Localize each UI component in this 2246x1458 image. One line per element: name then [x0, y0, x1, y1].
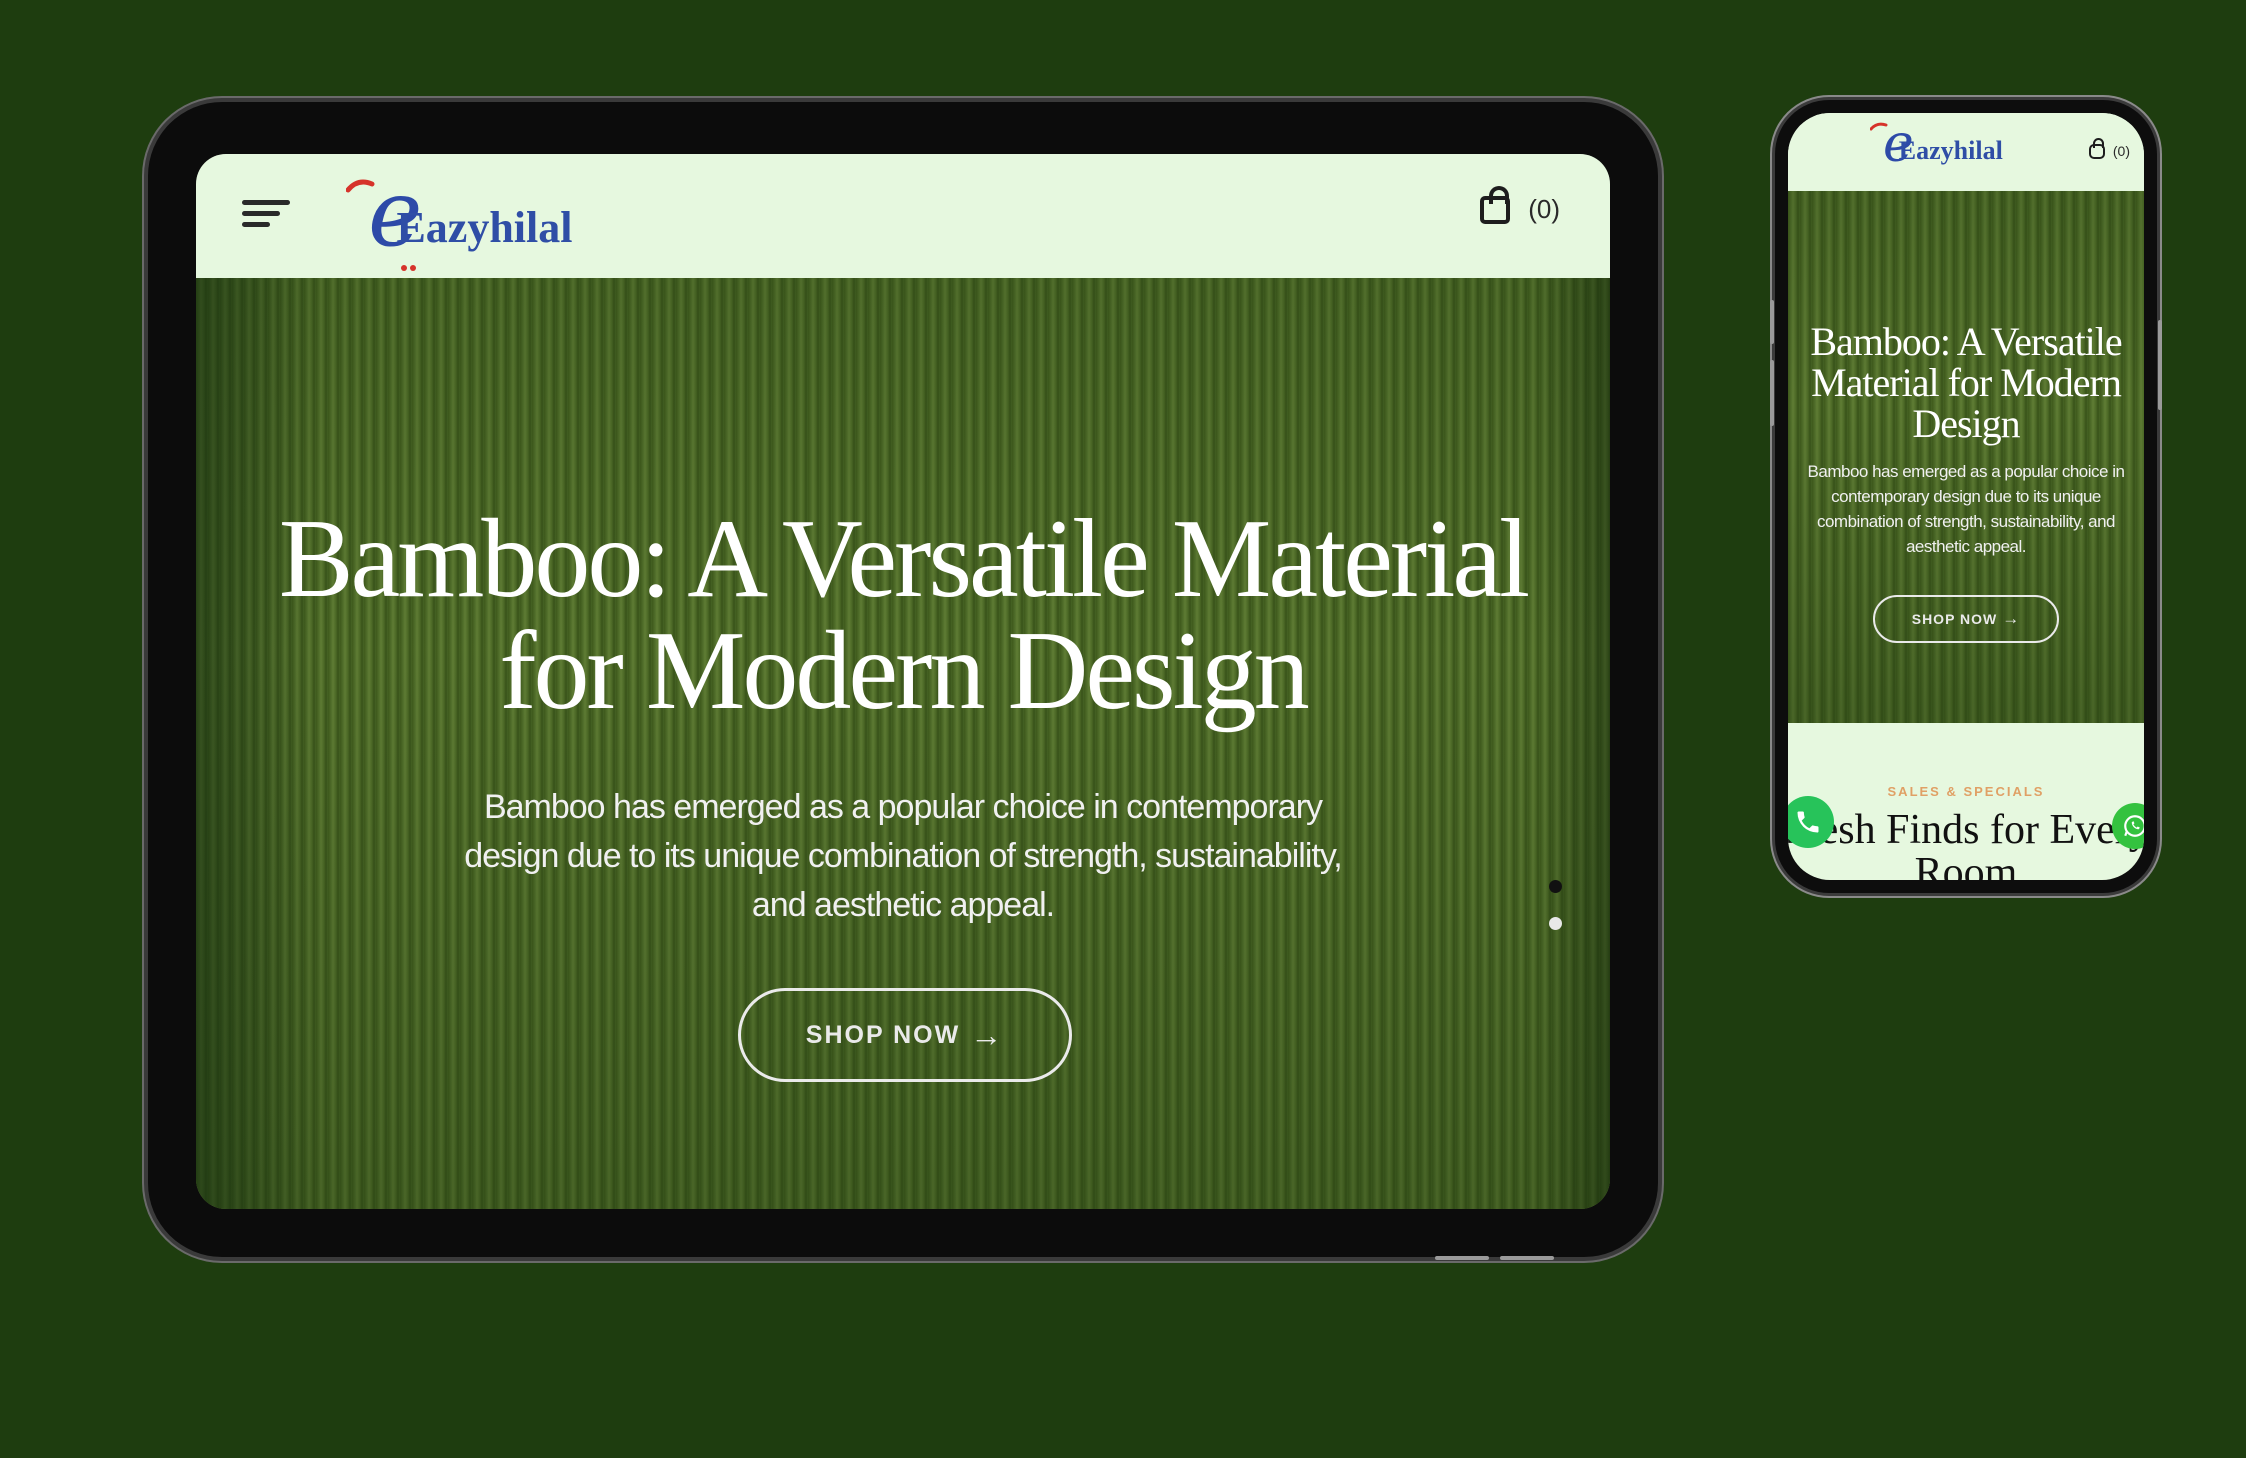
shop-now-button[interactable]: SHOP NOW → [738, 988, 1072, 1082]
phone-device-frame: e Eazyhilal (0) Bamboo: A Versatile Mate… [1775, 100, 2157, 893]
tablet-side-button [1500, 1256, 1554, 1260]
hero-shade-left [196, 278, 316, 1209]
slider-dots [1549, 880, 1562, 954]
mobile-hero-banner: Bamboo: A Versatile Material for Modern … [1788, 191, 2144, 723]
hero-subtitle: Bamboo has emerged as a popular choice i… [464, 788, 1343, 924]
mobile-cart-button[interactable]: (0) [2088, 137, 2130, 159]
shop-now-label: SHOP NOW [805, 1020, 961, 1049]
arrow-right-icon: → [2002, 609, 2021, 628]
mobile-shop-now-button[interactable]: SHOP NOW → [1873, 595, 2059, 643]
tablet-side-button [1435, 1256, 1489, 1260]
hero-banner: Bamboo: A Versatile Material for Modern … [196, 278, 1610, 1209]
phone-side-button [2158, 320, 2162, 410]
brand-logo[interactable]: e Eazyhilal [346, 168, 573, 271]
phone-side-button [1770, 300, 1774, 344]
hero-title: Bamboo: A Versatile Material for Modern … [278, 497, 1530, 733]
hamburger-icon[interactable] [242, 200, 290, 230]
mobile-site-header: e Eazyhilal (0) [1788, 113, 2144, 191]
arrow-right-icon: → [970, 1016, 1005, 1053]
site-header: e Eazyhilal (0) [196, 154, 1610, 278]
shop-now-label: SHOP NOW [1911, 611, 1998, 627]
tablet-screen: e Eazyhilal (0) Bamboo: A Versatile Mate… [196, 154, 1610, 1209]
section-title: Fresh Finds for Every [1788, 807, 2144, 853]
cart-count: (0) [1528, 194, 1560, 224]
slider-dot[interactable] [1549, 917, 1562, 930]
phone-side-button [1770, 360, 1774, 426]
shopping-bag-icon [1480, 185, 1511, 224]
shopping-bag-icon [2088, 137, 2105, 159]
cart-button[interactable]: (0) [1480, 185, 1560, 225]
slider-dot-active[interactable] [1549, 880, 1562, 893]
hero-shade-right [1540, 278, 1610, 1209]
logo-cart-dots-icon [401, 265, 416, 271]
phone-screen: e Eazyhilal (0) Bamboo: A Versatile Mate… [1788, 113, 2144, 880]
mobile-brand-logo[interactable]: e Eazyhilal [1870, 118, 2003, 170]
cart-count: (0) [2112, 143, 2130, 159]
mobile-hero-subtitle: Bamboo has emerged as a popular choice i… [1807, 462, 2125, 556]
logo-name: Eazyhilal [396, 203, 573, 252]
tablet-device-frame: e Eazyhilal (0) Bamboo: A Versatile Mate… [148, 102, 1658, 1257]
section-title-line2: Room [1914, 850, 2018, 880]
logo-name: Eazyhilal [1898, 136, 2003, 165]
sales-specials-label: SALES & SPECIALS [1887, 784, 2045, 799]
mobile-hero-title: Bamboo: A Versatile Material for Modern … [1810, 319, 2122, 446]
